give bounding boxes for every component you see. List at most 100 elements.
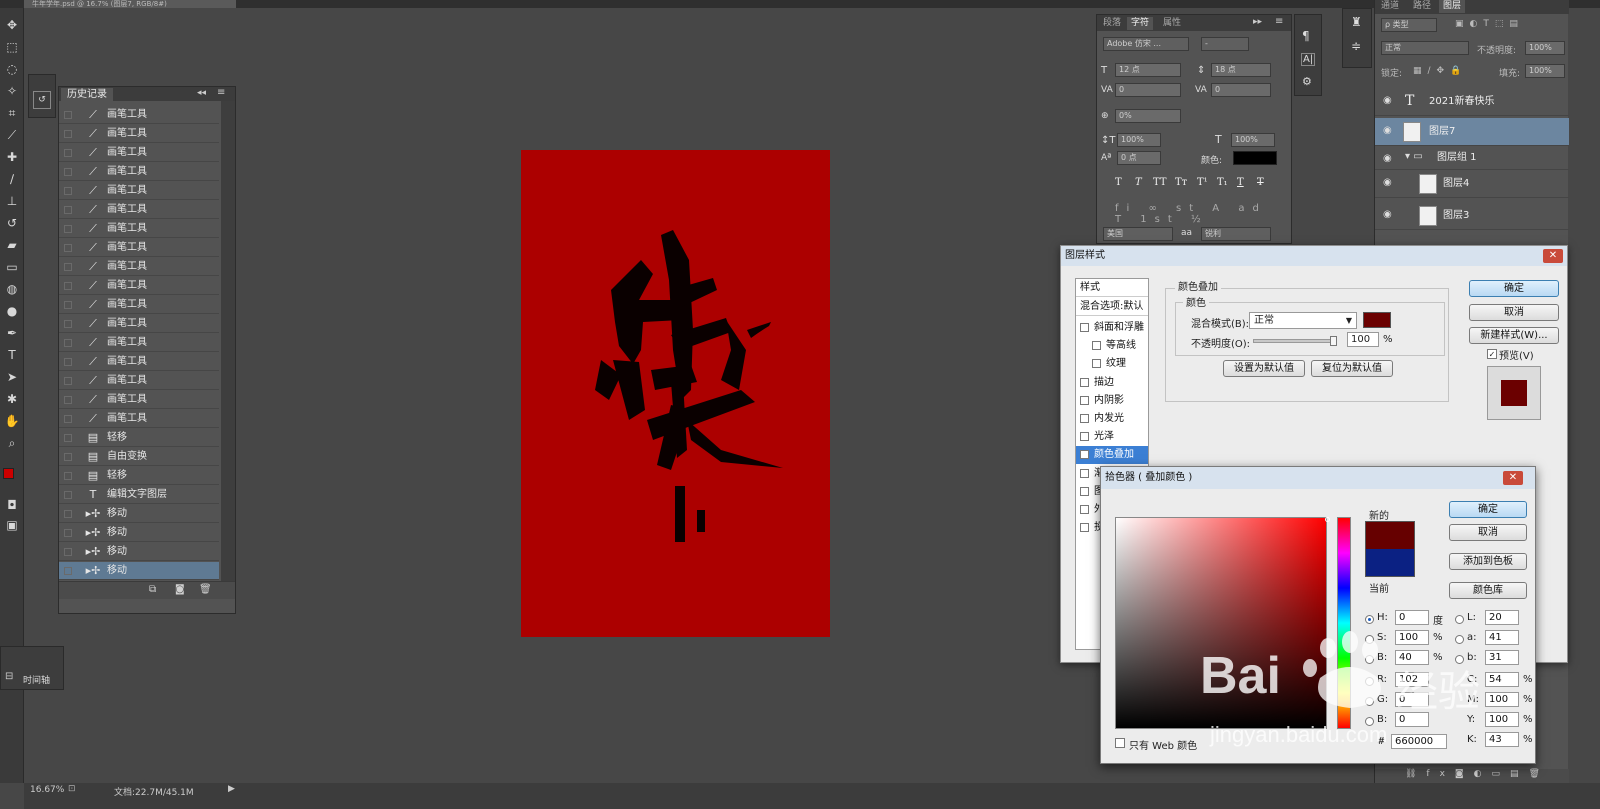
history-source-checkbox[interactable] <box>64 529 72 537</box>
visibility-eye-icon[interactable]: ◉ <box>1383 209 1392 220</box>
font-style-select[interactable]: - <box>1201 37 1249 51</box>
b-lab-input[interactable]: 31 <box>1485 650 1519 665</box>
a-input[interactable]: 41 <box>1485 630 1519 645</box>
set-default-button[interactable]: 设置为默认值 <box>1223 360 1305 377</box>
history-item[interactable]: ⟋ 画笔工具 <box>59 277 219 295</box>
history-source-checkbox[interactable] <box>64 187 72 195</box>
history-item[interactable]: ⟋ 画笔工具 <box>59 410 219 428</box>
visibility-eye-icon[interactable]: ◉ <box>1383 95 1392 106</box>
red-radio[interactable] <box>1365 677 1374 686</box>
horizontal-scale-field[interactable]: 100% <box>1231 133 1275 147</box>
magenta-input[interactable]: 100 <box>1485 692 1519 707</box>
status-menu-icon[interactable]: ▶ <box>228 784 235 794</box>
layer-footer-icons[interactable]: ⛓fx◙◐▭▤🗑 <box>1405 769 1550 779</box>
layer-row[interactable]: ◉ 图层4 <box>1375 170 1569 198</box>
history-source-checkbox[interactable] <box>64 491 72 499</box>
timeline-icon[interactable]: ⊟ <box>5 671 13 682</box>
history-item[interactable]: ⟋ 画笔工具 <box>59 258 219 276</box>
history-source-checkbox[interactable] <box>64 358 72 366</box>
layer-row[interactable]: ◉ 图层7 <box>1375 118 1569 146</box>
subscript-icon[interactable]: T₁ <box>1217 177 1228 188</box>
anti-alias-select[interactable]: 锐利 <box>1201 227 1271 241</box>
blending-options[interactable]: 混合选项:默认 <box>1076 298 1148 316</box>
style-checkbox[interactable]: ✓ <box>1080 450 1089 460</box>
baseline-shift-field[interactable]: 0 点 <box>1117 151 1161 165</box>
green-input[interactable]: 0 <box>1395 692 1429 707</box>
history-item[interactable]: ▸✢ 移动 <box>59 543 219 561</box>
history-item[interactable]: ▤ 轻移 <box>59 467 219 485</box>
history-item[interactable]: ▤ 轻移 <box>59 429 219 447</box>
move-tool-icon[interactable]: ✥ <box>2 16 22 34</box>
b-lab-radio[interactable] <box>1455 655 1464 664</box>
layer-row[interactable]: ◉ ▾ ▭ 图层组 1 <box>1375 146 1569 170</box>
saturation-input[interactable]: 100 <box>1395 630 1429 645</box>
layer-row[interactable]: ◉ 图层3 <box>1375 202 1569 230</box>
collapse-icon[interactable]: ▸▸ <box>1253 17 1262 27</box>
l-radio[interactable] <box>1455 615 1464 624</box>
history-item[interactable]: ▸✢ 移动 <box>59 505 219 523</box>
quick-mask-icon[interactable]: ◘ <box>2 496 22 514</box>
history-item[interactable]: ⟋ 画笔工具 <box>59 182 219 200</box>
history-source-checkbox[interactable] <box>64 111 72 119</box>
history-source-checkbox[interactable] <box>64 339 72 347</box>
tab-character[interactable]: 字符 <box>1127 17 1154 30</box>
foreground-color-swatch[interactable] <box>3 468 14 479</box>
tracking-field[interactable]: 0 <box>1211 83 1271 97</box>
type-tool-icon[interactable]: T <box>2 346 22 364</box>
color-libraries-button[interactable]: 颜色库 <box>1449 582 1527 599</box>
style-item[interactable]: 斜面和浮雕 <box>1076 319 1148 337</box>
style-item[interactable]: ✓ 颜色叠加 <box>1076 446 1148 465</box>
kerning-field[interactable]: 0 <box>1115 83 1181 97</box>
history-source-checkbox[interactable] <box>64 567 72 575</box>
layer-filter-select[interactable]: ρ 类型 <box>1381 18 1437 32</box>
style-checkbox[interactable] <box>1080 377 1089 387</box>
style-checkbox[interactable] <box>1080 505 1089 514</box>
filter-icons[interactable]: ▣◐T⬚▤ <box>1455 19 1524 29</box>
folder-icon[interactable]: ▾ ▭ <box>1405 151 1423 162</box>
style-item[interactable]: 描边 <box>1076 374 1148 392</box>
style-checkbox[interactable] <box>1080 323 1089 332</box>
visibility-eye-icon[interactable]: ◉ <box>1383 125 1392 136</box>
style-checkbox[interactable] <box>1080 414 1089 423</box>
underline-icon[interactable]: T <box>1237 177 1244 188</box>
history-source-checkbox[interactable] <box>64 320 72 328</box>
history-item[interactable]: ⟋ 画笔工具 <box>59 296 219 314</box>
cancel-button[interactable]: 取消 <box>1449 524 1527 541</box>
hex-input[interactable]: 660000 <box>1391 734 1447 749</box>
history-item[interactable]: ⟋ 画笔工具 <box>59 391 219 409</box>
faux-bold-icon[interactable]: T <box>1115 177 1122 188</box>
ok-button[interactable]: 确定 <box>1449 501 1527 518</box>
cancel-button[interactable]: 取消 <box>1469 304 1559 321</box>
tab-paths[interactable]: 路径 <box>1409 0 1435 13</box>
opacity-field[interactable]: 100% <box>1525 41 1565 55</box>
font-size-field[interactable]: 12 点 <box>1115 63 1181 77</box>
tab-properties[interactable]: 属性 <box>1159 17 1185 30</box>
slider-thumb[interactable] <box>1330 336 1337 346</box>
red-input[interactable]: 102 <box>1395 672 1429 687</box>
opentype-features-icon[interactable]: fi ∞ st A ad T 1st ½ <box>1115 203 1291 225</box>
crop-tool-icon[interactable]: ⌗ <box>2 104 22 122</box>
history-panel-icon[interactable]: ↺ <box>33 91 51 109</box>
history-source-checkbox[interactable] <box>64 434 72 442</box>
history-source-checkbox[interactable] <box>64 168 72 176</box>
paragraph-icon[interactable]: ¶ <box>1302 29 1310 43</box>
tab-layers[interactable]: 图层 <box>1439 0 1466 13</box>
blend-mode-select[interactable]: 正常 ▼ <box>1249 312 1357 329</box>
visibility-eye-icon[interactable]: ◉ <box>1383 177 1392 188</box>
history-source-checkbox[interactable] <box>64 301 72 309</box>
current-color-swatch[interactable] <box>1365 549 1415 577</box>
close-icon[interactable]: ✕ <box>1543 249 1563 263</box>
style-checkbox[interactable] <box>1080 395 1089 405</box>
opacity-input[interactable]: 100 <box>1347 332 1379 347</box>
healing-brush-icon[interactable]: ✚ <box>2 148 22 166</box>
scrollbar[interactable] <box>221 101 235 581</box>
history-source-checkbox[interactable] <box>64 377 72 385</box>
history-item[interactable]: ⟋ 画笔工具 <box>59 201 219 219</box>
language-select[interactable]: 美国 <box>1103 227 1173 241</box>
style-checkbox[interactable] <box>1080 468 1089 478</box>
web-colors-checkbox[interactable] <box>1115 738 1125 748</box>
visibility-eye-icon[interactable]: ◉ <box>1383 153 1392 164</box>
trash-icon[interactable]: 🗑 <box>199 584 212 595</box>
history-source-checkbox[interactable] <box>64 206 72 214</box>
style-item[interactable]: 纹理 <box>1076 355 1148 373</box>
